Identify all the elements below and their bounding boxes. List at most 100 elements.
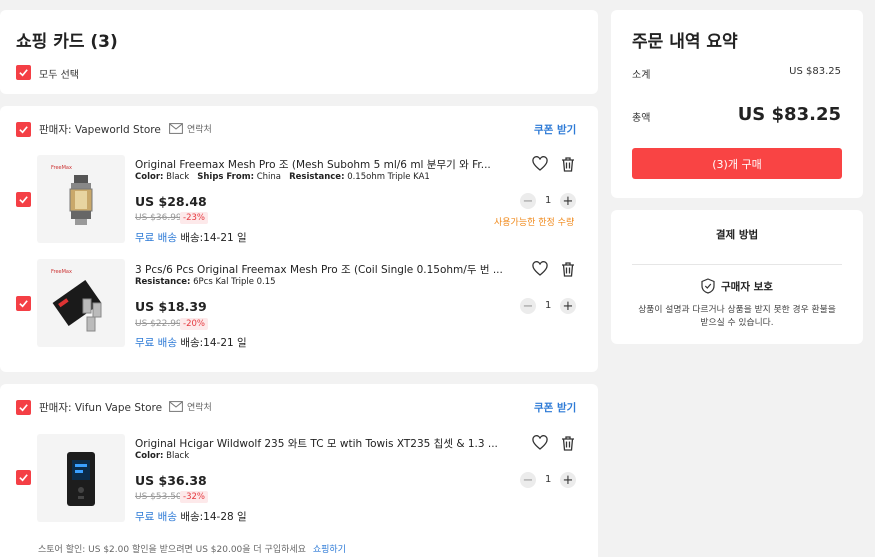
shield-check-icon [701, 278, 715, 294]
contact-seller-link[interactable]: 연락처 [169, 122, 212, 135]
product-attributes: Color: Black Ships From: China Resistanc… [135, 172, 430, 182]
attr-value: 6Pcs Kal Triple 0.15 [193, 277, 276, 287]
seller-name[interactable]: 판매자: Vifun Vape Store [39, 400, 162, 415]
store-discount-text: 스토어 할인: US $2.00 할인을 받으려면 US $20.00을 더 구… [38, 545, 306, 555]
check-icon [19, 69, 28, 77]
wishlist-heart-icon[interactable] [532, 156, 548, 172]
mail-icon [169, 401, 183, 412]
payment-divider [632, 264, 842, 265]
trash-icon[interactable] [560, 261, 576, 277]
quantity-increase-button[interactable]: + [560, 472, 576, 488]
product-image-coils[interactable]: FreeMax [37, 259, 125, 347]
product-attributes: Color: Black [135, 451, 189, 461]
item-select-checkbox[interactable] [16, 296, 31, 311]
cart-title: 쇼핑 카드 (3) [16, 32, 118, 52]
trash-icon[interactable] [560, 435, 576, 451]
contact-seller-link[interactable]: 연락처 [169, 400, 212, 413]
contact-label: 연락처 [187, 125, 212, 135]
store-card: 판매자: Vifun Vape Store 연락처 쿠폰 받기 Original… [0, 384, 598, 557]
delivery-time: 배송:14-28 일 [180, 511, 247, 523]
product-price: US $18.39 [135, 299, 207, 314]
shop-more-link[interactable]: 쇼핑하기 [313, 545, 346, 555]
quantity-decrease-button[interactable]: − [520, 298, 536, 314]
attr-value: China [256, 172, 281, 182]
free-shipping-label: 무료 배송 [135, 232, 177, 244]
attr-key: Ships From: [197, 172, 254, 182]
quantity-increase-button[interactable]: + [560, 298, 576, 314]
free-shipping-label: 무료 배송 [135, 511, 177, 523]
original-price: US $22.99 [135, 319, 182, 329]
product-image-mod[interactable] [37, 434, 125, 522]
discount-badge: -32% [180, 491, 208, 503]
coil-pack-image: FreeMax [51, 269, 102, 332]
discount-badge: -23% [180, 212, 208, 224]
check-icon [19, 196, 28, 204]
wishlist-heart-icon[interactable] [532, 261, 548, 277]
item-select-checkbox[interactable] [16, 192, 31, 207]
attr-key: Resistance: [135, 277, 191, 287]
product-image-tank[interactable]: FreeMax [37, 155, 125, 243]
protection-line: 상품이 설명과 다르거나 상품을 받지 못한 경우 환불을 [638, 305, 836, 315]
product-name[interactable]: Original Freemax Mesh Pro 조 (Mesh Subohm… [135, 157, 491, 172]
attr-key: Resistance: [289, 172, 345, 182]
delivery-time: 배송:14-21 일 [180, 232, 247, 244]
store-discount-note: 스토어 할인: US $2.00 할인을 받으려면 US $20.00을 더 구… [38, 542, 346, 555]
summary-title: 주문 내역 요약 [632, 32, 738, 52]
trash-icon[interactable] [560, 156, 576, 172]
buyer-protection-text: 상품이 설명과 다르거나 상품을 받지 못한 경우 환불을 받으실 수 있습니다… [611, 304, 863, 330]
wishlist-heart-icon[interactable] [532, 435, 548, 451]
discount-badge: -20% [180, 318, 208, 330]
quantity-value[interactable]: 1 [545, 300, 551, 311]
vape-tank-image: FreeMax [51, 165, 93, 225]
shipping-info: 무료 배송 배송:14-21 일 [135, 230, 247, 245]
item-select-checkbox[interactable] [16, 470, 31, 485]
quantity-decrease-button[interactable]: − [520, 193, 536, 209]
subtotal-value: US $83.25 [789, 66, 841, 77]
product-name[interactable]: Original Hcigar Wildwolf 235 와트 TC 모 wti… [135, 436, 498, 451]
payment-title: 결제 방법 [715, 229, 759, 241]
check-icon [19, 126, 28, 134]
subtotal-label: 소계 [632, 70, 651, 81]
seller-name[interactable]: 판매자: Vapeworld Store [39, 122, 161, 137]
quantity-increase-button[interactable]: + [560, 193, 576, 209]
select-all-label[interactable]: 모두 선택 [39, 66, 79, 81]
quantity-value[interactable]: 1 [545, 195, 551, 206]
original-price: US $36.99 [135, 213, 182, 223]
attr-key: Color: [135, 451, 164, 461]
product-name[interactable]: 3 Pcs/6 Pcs Original Freemax Mesh Pro 조 … [135, 262, 503, 277]
protection-line: 받으실 수 있습니다. [700, 318, 774, 328]
attr-value: 0.15ohm Triple KA1 [347, 172, 430, 182]
quantity-value[interactable]: 1 [545, 474, 551, 485]
attr-value: Black [166, 451, 190, 461]
total-label: 총액 [632, 113, 651, 124]
store-select-checkbox[interactable] [16, 400, 31, 415]
get-coupon-link[interactable]: 쿠폰 받기 [534, 400, 576, 415]
product-price: US $28.48 [135, 194, 207, 209]
check-icon [19, 300, 28, 308]
shipping-info: 무료 배송 배송:14-21 일 [135, 335, 247, 350]
store-card: 판매자: Vapeworld Store 연락처 쿠폰 받기 FreeMax O… [0, 106, 598, 372]
buyer-protection-header: 구매자 보호 [611, 278, 863, 294]
quantity-decrease-button[interactable]: − [520, 472, 536, 488]
buyer-protection-title: 구매자 보호 [721, 280, 773, 293]
svg-text:FreeMax: FreeMax [51, 165, 72, 171]
payment-card: 결제 방법 구매자 보호 상품이 설명과 다르거나 상품을 받지 못한 경우 환… [611, 210, 863, 344]
shipping-info: 무료 배송 배송:14-28 일 [135, 509, 247, 524]
check-icon [19, 474, 28, 482]
product-attributes: Resistance: 6Pcs Kal Triple 0.15 [135, 277, 276, 287]
original-price: US $53.50 [135, 492, 182, 502]
free-shipping-label: 무료 배송 [135, 337, 177, 349]
store-select-checkbox[interactable] [16, 122, 31, 137]
vape-mod-image [67, 452, 95, 506]
mail-icon [169, 123, 183, 134]
contact-label: 연락처 [187, 403, 212, 413]
select-all-checkbox[interactable] [16, 65, 31, 80]
attr-key: Color: [135, 172, 164, 182]
delivery-time: 배송:14-21 일 [180, 337, 247, 349]
svg-text:FreeMax: FreeMax [51, 269, 72, 275]
check-icon [19, 404, 28, 412]
product-price: US $36.38 [135, 473, 207, 488]
get-coupon-link[interactable]: 쿠폰 받기 [534, 122, 576, 137]
checkout-button[interactable]: (3)개 구매 [632, 148, 842, 179]
cart-header-card: 쇼핑 카드 (3) 모두 선택 [0, 10, 598, 94]
